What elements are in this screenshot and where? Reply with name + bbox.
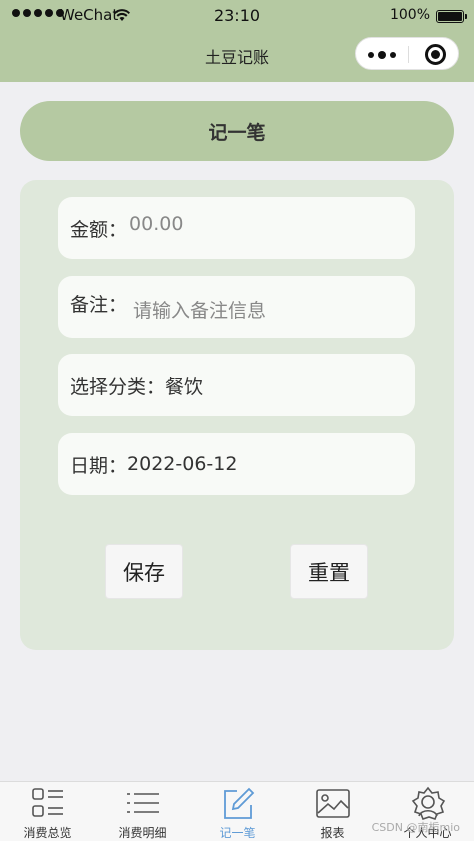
- category-label: 选择分类：: [70, 375, 166, 398]
- watermark: CSDN @南栀mio: [371, 821, 460, 834]
- capsule-divider: [408, 46, 409, 63]
- close-target-icon[interactable]: [425, 44, 446, 65]
- battery-percent: 100%: [389, 7, 430, 23]
- battery-icon: [436, 10, 467, 23]
- image-icon: [316, 789, 350, 818]
- tab-record[interactable]: 记一笔: [190, 782, 285, 841]
- tab-details[interactable]: 消费明细: [95, 782, 190, 841]
- list-icon: [127, 793, 159, 813]
- record-form-card: 金额： 备注： 选择分类： 餐饮 日期： 2022-06-12 保存 重置: [20, 180, 454, 650]
- tab-overview[interactable]: 消费总览: [0, 782, 95, 841]
- more-icon[interactable]: [368, 51, 396, 59]
- date-value: 2022-06-12: [127, 453, 238, 475]
- category-value: 餐饮: [165, 375, 204, 398]
- status-bar: WeChat 23:10 100%: [0, 0, 474, 34]
- date-picker[interactable]: 日期： 2022-06-12: [58, 433, 415, 495]
- amount-input[interactable]: [129, 213, 350, 235]
- avatar-icon: [411, 786, 446, 820]
- grid-list-icon: [32, 788, 63, 817]
- navigation-bar: WeChat 23:10 100% 土豆记账: [0, 0, 474, 82]
- tab-label: 消费明细: [118, 826, 167, 840]
- tab-label: 消费总览: [23, 826, 72, 840]
- tab-label: 记一笔: [219, 826, 256, 840]
- note-field[interactable]: 备注：: [58, 276, 415, 338]
- category-picker[interactable]: 选择分类： 餐饮: [58, 354, 415, 416]
- tab-label: 报表: [320, 826, 345, 840]
- miniprogram-capsule: [355, 37, 459, 70]
- note-input[interactable]: [133, 300, 354, 322]
- amount-field[interactable]: 金额：: [58, 197, 415, 259]
- save-button[interactable]: 保存: [105, 544, 183, 599]
- edit-icon: [224, 787, 255, 819]
- reset-button[interactable]: 重置: [290, 544, 368, 599]
- note-label: 备注：: [70, 293, 128, 316]
- amount-label: 金额：: [70, 218, 128, 241]
- section-header: 记一笔: [20, 101, 454, 161]
- tab-report[interactable]: 报表: [285, 782, 380, 841]
- date-label: 日期：: [70, 454, 128, 477]
